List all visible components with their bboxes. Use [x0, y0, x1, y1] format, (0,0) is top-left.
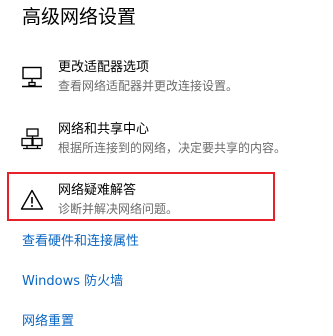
advanced-network-settings-panel: 高级网络设置 更改适配器选项 查看网络适配器并更改连接设置。 网络和共享中心 根… — [0, 0, 333, 336]
change-adapter-options-button[interactable]: 更改适配器选项 查看网络适配器并更改连接设置。 — [18, 59, 308, 99]
section-title: 高级网络设置 — [22, 6, 137, 28]
option-title: 网络和共享中心 — [58, 122, 150, 137]
network-reset-link[interactable]: 网络重置 — [22, 313, 74, 331]
option-title: 更改适配器选项 — [58, 60, 150, 75]
network-sharing-center-button[interactable]: 网络和共享中心 根据所连接到的网络，决定要共享的内容。 — [18, 121, 308, 161]
network-troubleshooter-button[interactable]: 网络疑难解答 诊断并解决网络问题。 — [18, 182, 308, 222]
windows-firewall-link[interactable]: Windows 防火墙 — [22, 273, 123, 291]
network-sharing-icon — [20, 127, 44, 151]
option-description: 诊断并解决网络问题。 — [58, 202, 179, 216]
option-description: 根据所连接到的网络，决定要共享的内容。 — [58, 141, 287, 155]
view-hardware-properties-link[interactable]: 查看硬件和连接属性 — [22, 233, 139, 251]
warning-icon — [20, 188, 44, 212]
network-adapter-icon — [20, 65, 44, 89]
option-title: 网络疑难解答 — [58, 183, 137, 198]
option-description: 查看网络适配器并更改连接设置。 — [58, 79, 239, 93]
